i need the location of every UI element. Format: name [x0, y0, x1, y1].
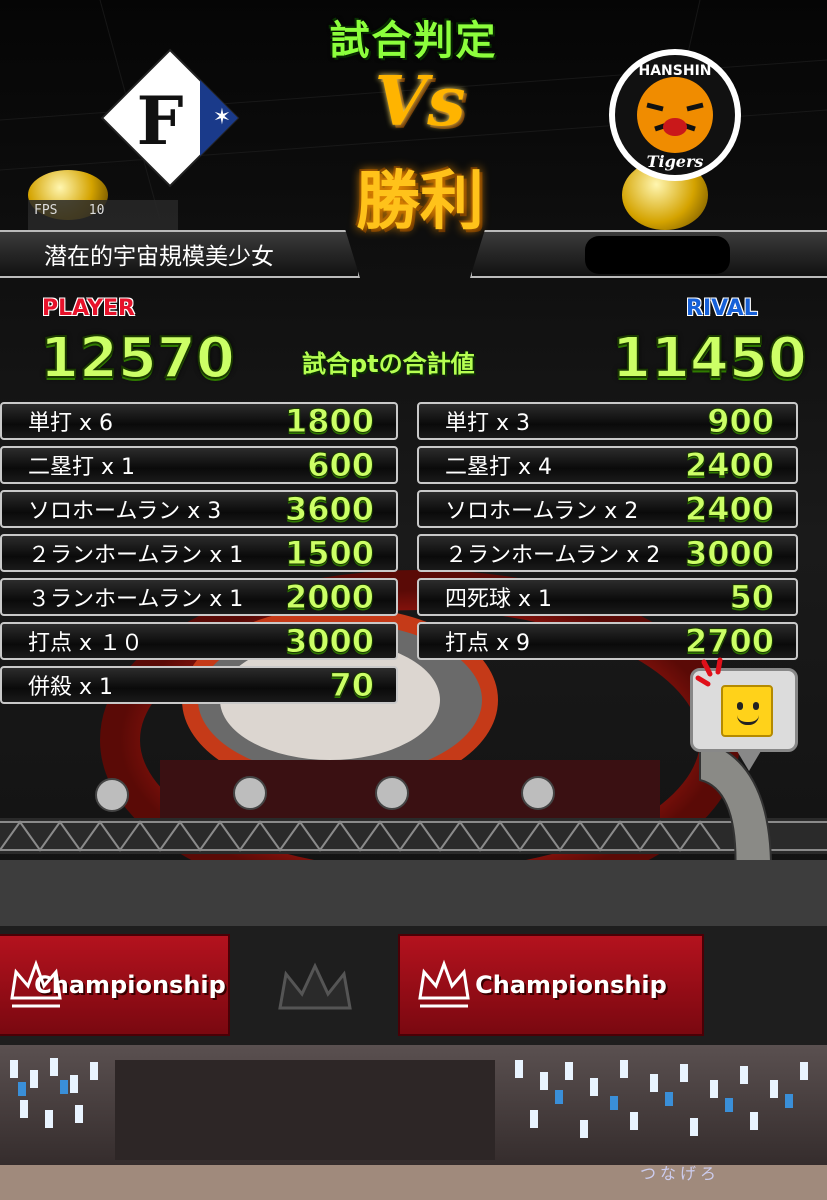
score-label: 併殺 x 1	[28, 675, 114, 700]
score-value: 2700	[684, 622, 774, 661]
rival-team-logo: HANSHIN Tigers	[609, 49, 741, 181]
crown-icon	[10, 959, 62, 1008]
player-tag: PLAYER	[42, 296, 135, 321]
score-row: 打点 x １０ 3000	[0, 622, 398, 661]
rival-name-redaction	[585, 236, 730, 274]
smile-face-icon	[721, 685, 773, 737]
score-value: 50	[729, 578, 775, 617]
championship-banner: Championship	[398, 934, 704, 1036]
rival-total: 11450	[611, 325, 808, 392]
vs-mark: Vs	[374, 62, 466, 142]
player-name: 潜在的宇宙規模美少女	[44, 244, 274, 270]
alert-marks-icon	[695, 657, 723, 687]
player-name-plate: 潜在的宇宙規模美少女	[0, 230, 360, 278]
player-score-list: 単打 x 6 1800 二塁打 x 1 600 ソロホームラン x 3 3600…	[0, 402, 398, 710]
score-row: 単打 x 3 900	[417, 402, 798, 441]
score-value: 3600	[284, 490, 374, 529]
score-row: ３ランホームラン x 1 2000	[0, 578, 398, 617]
fps-label: FPS	[34, 203, 58, 218]
score-label: ２ランホームラン x 1	[28, 543, 244, 568]
score-label: 四死球 x 1	[445, 587, 553, 612]
score-row: 二塁打 x 1 600	[0, 446, 398, 485]
score-row: 単打 x 6 1800	[0, 402, 398, 441]
score-value: 600	[307, 446, 375, 485]
score-row: 打点 x 9 2700	[417, 622, 798, 661]
crown-emblem-icon	[278, 962, 352, 1010]
rival-score-list: 単打 x 3 900 二塁打 x 4 2400 ソロホームラン x 2 2400…	[417, 402, 798, 666]
fps-counter: FPS 10	[28, 200, 178, 230]
player-team-letter: F	[137, 82, 184, 160]
banner-text: Championship	[475, 971, 667, 999]
score-row: ソロホームラン x 3 3600	[0, 490, 398, 529]
score-row: ２ランホームラン x 1 1500	[0, 534, 398, 573]
score-row: 四死球 x 1 50	[417, 578, 798, 617]
score-value: 2400	[684, 490, 774, 529]
score-label: ２ランホームラン x 2	[445, 543, 661, 568]
rival-team-name: HANSHIN	[639, 63, 712, 79]
score-row: 併殺 x 1 70	[0, 666, 398, 705]
player-team-logo: ✶ F	[100, 48, 240, 188]
stand-banner-text: つなげろ	[640, 1164, 721, 1183]
crown-icon	[418, 959, 470, 1008]
score-value: 1800	[284, 402, 374, 441]
score-value: 1500	[284, 534, 374, 573]
rival-tag: RIVAL	[686, 296, 758, 321]
fps-value: 10	[88, 203, 105, 218]
score-row: 二塁打 x 4 2400	[417, 446, 798, 485]
score-value: 3000	[284, 622, 374, 661]
score-label: ソロホームラン x 3	[28, 499, 222, 524]
score-label: ３ランホームラン x 1	[28, 587, 244, 612]
score-label: 打点 x １０	[28, 631, 144, 656]
score-row: ２ランホームラン x 2 3000	[417, 534, 798, 573]
svg-text:✶: ✶	[213, 105, 231, 130]
score-label: 打点 x 9	[445, 631, 531, 656]
score-label: 単打 x 3	[445, 411, 531, 436]
total-caption: 試合ptの合計値	[302, 350, 475, 378]
score-value: 3000	[684, 534, 774, 573]
score-value: 2400	[684, 446, 774, 485]
result-text: 勝利	[356, 165, 484, 239]
score-label: ソロホームラン x 2	[445, 499, 639, 524]
score-label: 単打 x 6	[28, 411, 114, 436]
rival-team-script: Tigers	[647, 152, 704, 171]
player-total: 12570	[39, 325, 236, 392]
score-label: 二塁打 x 1	[28, 455, 136, 480]
score-value: 70	[329, 666, 375, 705]
score-value: 2000	[284, 578, 374, 617]
score-label: 二塁打 x 4	[445, 455, 553, 480]
score-value: 900	[707, 402, 775, 441]
score-row: ソロホームラン x 2 2400	[417, 490, 798, 529]
championship-banner: Championship	[0, 934, 230, 1036]
